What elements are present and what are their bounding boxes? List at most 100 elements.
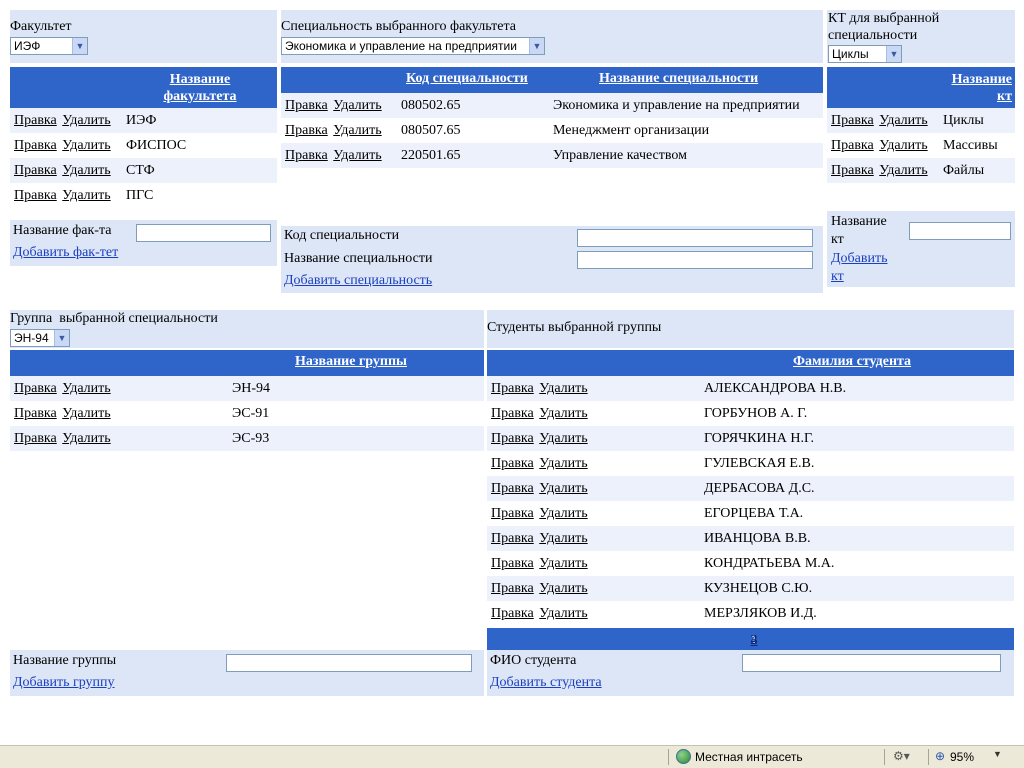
edit-link[interactable]: Правка (285, 98, 328, 113)
specialty-selector-bar: Специальность выбранного факультета Экон… (281, 10, 823, 63)
delete-link[interactable]: Удалить (62, 188, 110, 203)
specialty-select[interactable]: Экономика и управление на предприятии ▼ (281, 37, 545, 55)
delete-link[interactable]: Удалить (539, 606, 587, 621)
edit-link[interactable]: Правка (491, 481, 534, 496)
row-actions: Правка Удалить (491, 526, 590, 551)
edit-link[interactable]: Правка (14, 188, 57, 203)
group-name-input[interactable] (226, 654, 472, 672)
edit-link[interactable]: Правка (491, 606, 534, 621)
delete-link[interactable]: Удалить (539, 581, 587, 596)
add-faculty-link[interactable]: Добавить фак-тет (13, 245, 118, 261)
add-group-link[interactable]: Добавить группу (13, 675, 115, 691)
add-specialty-link[interactable]: Добавить специальность (284, 273, 432, 289)
edit-link[interactable]: Правка (14, 381, 57, 396)
delete-link[interactable]: Удалить (62, 138, 110, 153)
edit-link[interactable]: Правка (831, 113, 874, 128)
delete-link[interactable]: Удалить (62, 406, 110, 421)
delete-link[interactable]: Удалить (539, 556, 587, 571)
zoom-icon[interactable]: ⊕ (935, 749, 945, 763)
specialty-name: Экономика и управление на предприятии (553, 98, 800, 113)
delete-link[interactable]: Удалить (879, 113, 927, 128)
kt-name: Файлы (943, 163, 985, 178)
zoom-dropdown-icon[interactable]: ▼ (993, 749, 1002, 759)
edit-link[interactable]: Правка (491, 531, 534, 546)
kt-name-column-header[interactable]: Название кт (937, 71, 1012, 105)
delete-link[interactable]: Удалить (539, 531, 587, 546)
specialty-code-label: Код специальности (284, 228, 400, 243)
edit-link[interactable]: Правка (14, 113, 57, 128)
row-actions: Правка Удалить (14, 133, 113, 158)
group-panel: Группа выбранной специальности ЭН-94 ▼ Н… (10, 310, 484, 696)
row-actions: Правка Удалить (491, 451, 590, 476)
delete-link[interactable]: Удалить (539, 406, 587, 421)
delete-link[interactable]: Удалить (539, 506, 587, 521)
chevron-down-icon[interactable]: ▼ (54, 330, 69, 346)
specialty-code-column-header[interactable]: Код специальности (406, 71, 528, 87)
specialty-code: 080502.65 (401, 98, 461, 113)
delete-link[interactable]: Удалить (62, 381, 110, 396)
faculty-add-form: Название фак-та Добавить фак-тет (10, 220, 277, 266)
student-name-input[interactable] (742, 654, 1001, 672)
chevron-down-icon[interactable]: ▼ (886, 46, 901, 62)
group-name-column-header[interactable]: Название группы (295, 354, 407, 370)
group-label: Группа выбранной специальности (10, 311, 218, 326)
add-student-link[interactable]: Добавить студента (490, 675, 602, 691)
kt-row: Правка Удалить Массивы (827, 133, 1015, 158)
row-actions: Правка Удалить (831, 158, 930, 183)
student-name: ИВАНЦОВА В.В. (704, 531, 811, 546)
edit-link[interactable]: Правка (491, 431, 534, 446)
faculty-panel: Факультет ИЭФ ▼ Название факультета Прав… (10, 10, 277, 266)
delete-link[interactable]: Удалить (539, 481, 587, 496)
specialty-name-input[interactable] (577, 251, 813, 269)
delete-link[interactable]: Удалить (333, 123, 381, 138)
students-row: Правка Удалить КУЗНЕЦОВ С.Ю. (487, 576, 1014, 601)
protected-mode-icon[interactable]: ⚙▾ (893, 749, 910, 763)
student-name: МЕРЗЛЯКОВ И.Д. (704, 606, 817, 621)
edit-link[interactable]: Правка (491, 556, 534, 571)
faculty-name-column-header[interactable]: Название факультета (160, 71, 240, 105)
delete-link[interactable]: Удалить (62, 163, 110, 178)
edit-link[interactable]: Правка (14, 406, 57, 421)
kt-select[interactable]: Циклы ▼ (828, 45, 902, 63)
delete-link[interactable]: Удалить (333, 148, 381, 163)
faculty-select[interactable]: ИЭФ ▼ (10, 37, 88, 55)
student-surname-column-header[interactable]: Фамилия студента (793, 354, 911, 370)
chevron-down-icon[interactable]: ▼ (72, 38, 87, 54)
edit-link[interactable]: Правка (491, 381, 534, 396)
faculty-name-input[interactable] (136, 224, 271, 242)
student-name: АЛЕКСАНДРОВА Н.В. (704, 381, 847, 396)
delete-link[interactable]: Удалить (539, 456, 587, 471)
delete-link[interactable]: Удалить (539, 381, 587, 396)
edit-link[interactable]: Правка (831, 138, 874, 153)
specialty-row: Правка Удалить 220501.65 Управление качест… (281, 143, 823, 168)
group-select[interactable]: ЭН-94 ▼ (10, 329, 70, 347)
chevron-down-icon[interactable]: ▼ (529, 38, 544, 54)
edit-link[interactable]: Правка (491, 456, 534, 471)
specialty-name-column-header[interactable]: Название специальности (599, 71, 758, 87)
edit-link[interactable]: Правка (491, 506, 534, 521)
delete-link[interactable]: Удалить (539, 431, 587, 446)
delete-link[interactable]: Удалить (879, 138, 927, 153)
row-actions: Правка Удалить (285, 143, 384, 168)
delete-link[interactable]: Удалить (333, 98, 381, 113)
edit-link[interactable]: Правка (14, 163, 57, 178)
edit-link[interactable]: Правка (285, 148, 328, 163)
group-list: Правка Удалить ЭН-94 Правка Удалить ЭС-91 Пр… (10, 376, 484, 451)
zoom-level[interactable]: 95% (950, 750, 974, 764)
edit-link[interactable]: Правка (831, 163, 874, 178)
row-actions: Правка Удалить (14, 158, 113, 183)
specialty-code: 220501.65 (401, 148, 461, 163)
faculty-name: СТФ (126, 163, 155, 178)
edit-link[interactable]: Правка (14, 138, 57, 153)
kt-panel: КТ для выбранной специальности Циклы ▼ Н… (827, 10, 1015, 287)
edit-link[interactable]: Правка (14, 431, 57, 446)
kt-name-input[interactable] (909, 222, 1011, 240)
edit-link[interactable]: Правка (491, 581, 534, 596)
delete-link[interactable]: Удалить (62, 113, 110, 128)
add-kt-link[interactable]: Добавить кт (831, 250, 901, 286)
edit-link[interactable]: Правка (285, 123, 328, 138)
edit-link[interactable]: Правка (491, 406, 534, 421)
specialty-code-input[interactable] (577, 229, 813, 247)
delete-link[interactable]: Удалить (62, 431, 110, 446)
delete-link[interactable]: Удалить (879, 163, 927, 178)
